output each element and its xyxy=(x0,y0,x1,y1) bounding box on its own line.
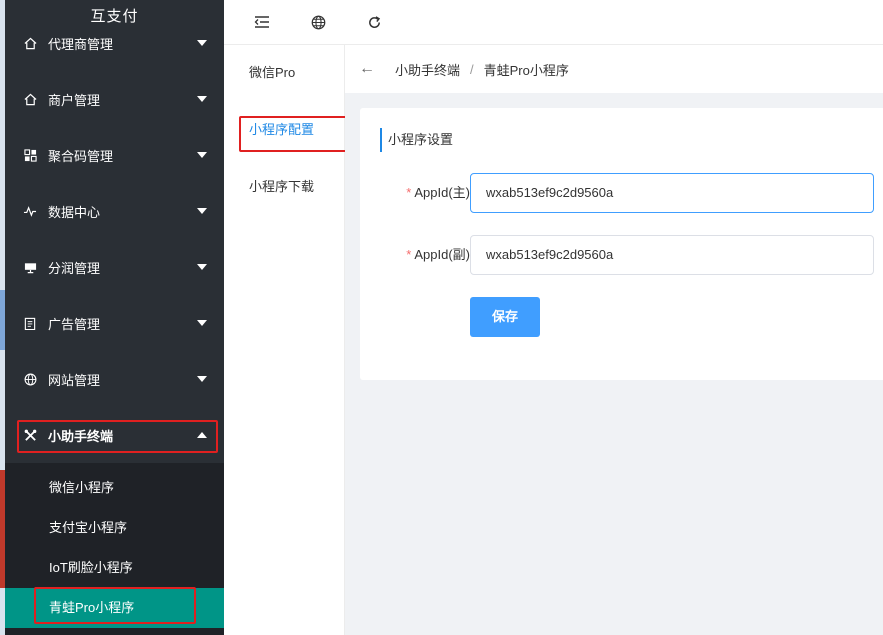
appid-sub-label: * AppId(副) xyxy=(406,247,470,262)
submenu-item-alipay[interactable]: 支付宝小程序 xyxy=(5,508,224,548)
tools-icon xyxy=(23,428,37,442)
sidebar-item-aggregate-code[interactable]: 聚合码管理 xyxy=(5,127,224,183)
caret-up-icon xyxy=(197,432,207,438)
sidebar-item-data-center[interactable]: 数据中心 xyxy=(5,183,224,239)
fold-icon[interactable] xyxy=(250,10,274,34)
caret-down-icon xyxy=(197,40,207,46)
globe-icon xyxy=(23,372,37,386)
caret-down-icon xyxy=(197,152,207,158)
caret-down-icon xyxy=(197,208,207,214)
required-mark: * xyxy=(406,185,412,200)
vertical-tabs: 微信Pro 小程序配置 小程序下载 xyxy=(224,45,345,635)
top-toolbar xyxy=(224,0,883,45)
sidebar-item-assistant-terminal[interactable]: 小助手终端 xyxy=(5,407,224,463)
breadcrumb-separator: / xyxy=(470,61,474,77)
pulse-icon xyxy=(23,204,37,218)
globe-icon[interactable] xyxy=(306,10,330,34)
sidebar-item-label: 代理商管理 xyxy=(48,36,114,52)
sidebar-item-agent[interactable]: 代理商管理 xyxy=(5,15,224,71)
appid-sub-input[interactable]: wxab513ef9c2d9560a xyxy=(470,235,874,275)
sidebar-item-merchant[interactable]: 商户管理 xyxy=(5,71,224,127)
main-content: ← 小助手终端 / 青蛙Pro小程序 小程序设置 * AppId(主) wxab5… xyxy=(345,45,883,635)
breadcrumb-current: 青蛙Pro小程序 xyxy=(483,62,569,78)
sidebar-item-label: 广告管理 xyxy=(48,316,101,332)
submenu-item-iot[interactable]: IoT刷脸小程序 xyxy=(5,548,224,588)
tab-miniapp-config[interactable]: 小程序配置 xyxy=(224,102,344,158)
clipboard-icon xyxy=(23,316,37,330)
sidebar-item-label: 分润管理 xyxy=(48,260,101,276)
monitor-icon xyxy=(23,260,37,274)
home-icon xyxy=(23,92,37,106)
sidebar-item-label: 数据中心 xyxy=(48,204,101,220)
grid-icon xyxy=(23,148,37,162)
sidebar-item-label: 网站管理 xyxy=(48,372,101,388)
appid-main-input[interactable]: wxab513ef9c2d9560a xyxy=(470,173,874,213)
breadcrumb-parent[interactable]: 小助手终端 xyxy=(395,60,460,79)
back-arrow-icon[interactable]: ← xyxy=(359,60,375,78)
card-title: 小程序设置 xyxy=(380,128,453,152)
submenu-item-frog-pro[interactable]: 青蛙Pro小程序 xyxy=(5,588,224,628)
caret-down-icon xyxy=(197,320,207,326)
refresh-icon[interactable] xyxy=(362,10,386,34)
sidebar-item-profit-share[interactable]: 分润管理 xyxy=(5,239,224,295)
home-icon xyxy=(23,36,37,50)
required-mark: * xyxy=(406,247,412,262)
tab-wechat-pro[interactable]: 微信Pro xyxy=(224,45,344,101)
submenu-item-wechat[interactable]: 微信小程序 xyxy=(5,468,224,508)
save-button[interactable]: 保存 xyxy=(470,297,540,337)
sidebar: 互支付 代理商管理 商户管理 聚合码管理 数据中心 分润管理 广告管理 网站管理… xyxy=(0,0,224,635)
sidebar-item-website[interactable]: 网站管理 xyxy=(5,351,224,407)
settings-card: 小程序设置 * AppId(主) wxab513ef9c2d9560a * AppI… xyxy=(360,108,883,380)
caret-down-icon xyxy=(197,264,207,270)
appid-main-label: * AppId(主) xyxy=(406,185,470,200)
caret-down-icon xyxy=(197,96,207,102)
sidebar-item-ads[interactable]: 广告管理 xyxy=(5,295,224,351)
sidebar-item-label: 小助手终端 xyxy=(48,428,114,444)
breadcrumb: ← 小助手终端 / 青蛙Pro小程序 xyxy=(345,45,883,93)
caret-down-icon xyxy=(197,376,207,382)
sidebar-item-label: 聚合码管理 xyxy=(48,148,114,164)
sidebar-item-label: 商户管理 xyxy=(48,92,101,108)
tab-miniapp-download[interactable]: 小程序下载 xyxy=(224,159,344,215)
submenu: 微信小程序 支付宝小程序 IoT刷脸小程序 青蛙Pro小程序 xyxy=(5,463,224,635)
